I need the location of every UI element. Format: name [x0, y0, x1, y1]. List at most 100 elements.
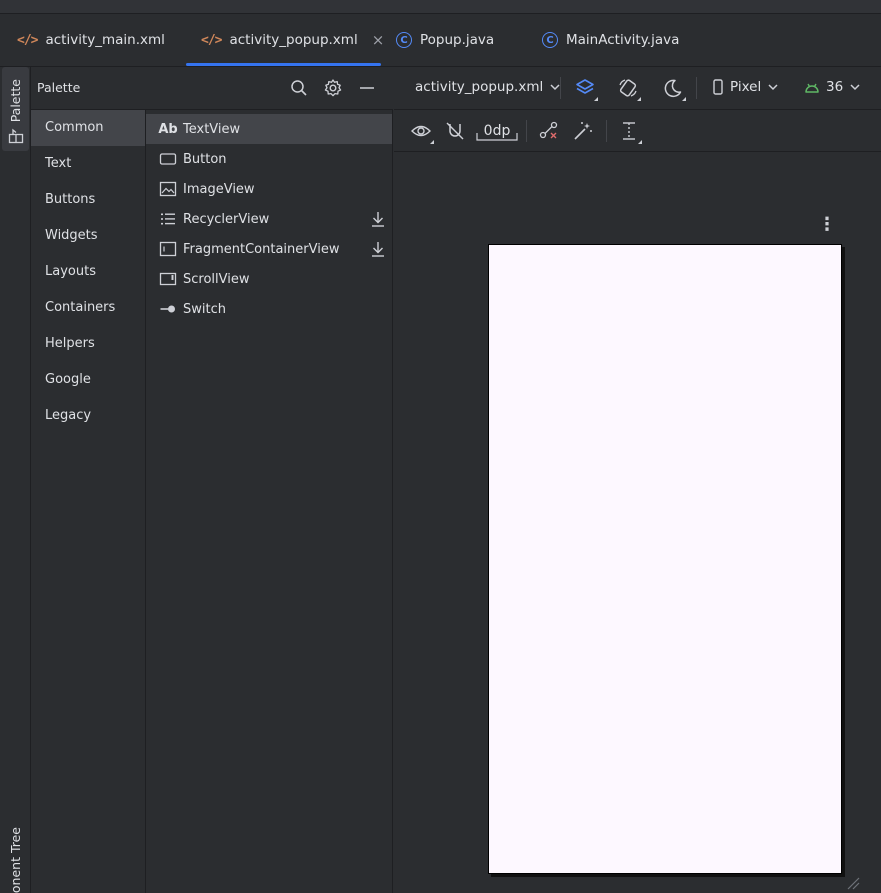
- dropdown-corner: [637, 97, 641, 101]
- android-icon: [805, 83, 819, 93]
- file-selector-dropdown[interactable]: activity_popup.xml: [415, 79, 561, 95]
- tab-activity-popup[interactable]: </> activity_popup.xml ×: [186, 14, 384, 66]
- eye-icon: [411, 125, 431, 137]
- clear-constraints-icon: [539, 121, 558, 139]
- magnet-off-icon: [446, 122, 464, 140]
- palette-title: Palette: [37, 80, 81, 95]
- palette-tool-label: Palette: [8, 79, 23, 123]
- tool-window-strip: Palette onent Tree: [0, 67, 31, 893]
- download-icon[interactable]: [370, 210, 386, 228]
- tab-popup-java[interactable]: C Popup.java: [396, 14, 494, 66]
- dropdown-corner: [594, 97, 598, 101]
- tab-activity-main[interactable]: </> activity_main.xml: [17, 14, 165, 66]
- autoconnect-toggle[interactable]: [444, 120, 466, 142]
- design-blueprint-toggle[interactable]: [574, 77, 598, 101]
- category-google[interactable]: Google: [31, 362, 145, 398]
- toolbar-divider: [526, 120, 527, 142]
- infer-constraints-button[interactable]: [572, 120, 594, 142]
- phone-icon: [713, 79, 723, 95]
- editor-tab-bar: </> activity_main.xml </> activity_popup…: [0, 14, 881, 67]
- design-canvas[interactable]: ⋮: [394, 152, 881, 893]
- gear-icon[interactable]: [323, 78, 343, 98]
- button-icon: [159, 150, 177, 168]
- category-helpers[interactable]: Helpers: [31, 326, 145, 362]
- clear-constraints-button[interactable]: [538, 120, 560, 142]
- margin-bracket-icon: [476, 133, 518, 141]
- device-selector-dropdown[interactable]: Pixel: [712, 79, 779, 95]
- window-title-strip: [0, 0, 881, 14]
- widget-label: RecyclerView: [183, 211, 270, 227]
- magic-wand-icon: [574, 122, 592, 140]
- palette-header: Palette: [31, 67, 393, 110]
- category-layouts[interactable]: Layouts: [31, 254, 145, 290]
- palette-icon: [8, 128, 24, 144]
- palette-category-list: Common Text Buttons Widgets Layouts Cont…: [31, 110, 146, 893]
- java-class-icon: C: [542, 32, 558, 48]
- download-icon[interactable]: [370, 240, 386, 258]
- dropdown-corner: [638, 140, 642, 144]
- api-level-dropdown[interactable]: 36: [804, 79, 861, 95]
- widget-button[interactable]: Button: [146, 144, 392, 174]
- api-level-label: 36: [826, 79, 844, 95]
- widget-scrollview[interactable]: ScrollView: [146, 264, 392, 294]
- widget-textview[interactable]: Ab TextView: [146, 114, 392, 144]
- orientation-toggle[interactable]: [617, 77, 641, 101]
- component-tree-tool-label[interactable]: onent Tree: [8, 827, 23, 893]
- search-icon[interactable]: [289, 78, 309, 98]
- more-options-icon[interactable]: ⋮: [818, 214, 836, 235]
- tab-label: activity_popup.xml: [229, 32, 358, 48]
- xml-file-icon: </>: [201, 32, 223, 48]
- widget-recyclerview[interactable]: RecyclerView: [146, 204, 392, 234]
- view-options-button[interactable]: [410, 120, 434, 144]
- dropdown-corner: [430, 140, 434, 144]
- palette-widget-list: Ab TextView Button ImageView RecyclerVie…: [146, 110, 393, 893]
- widget-label: FragmentContainerView: [183, 241, 340, 257]
- category-buttons[interactable]: Buttons: [31, 182, 145, 218]
- tab-label: Popup.java: [420, 32, 495, 48]
- moon-icon: [664, 79, 682, 98]
- default-margin-field[interactable]: 0dp: [476, 121, 518, 141]
- chevron-down-icon: [768, 84, 778, 91]
- dropdown-corner: [682, 97, 686, 101]
- category-legacy[interactable]: Legacy: [31, 398, 145, 434]
- minimize-icon[interactable]: [357, 78, 377, 98]
- java-class-icon: C: [396, 32, 412, 48]
- rotate-screen-icon: [619, 79, 637, 97]
- tab-main-activity-java[interactable]: C MainActivity.java: [542, 14, 679, 66]
- device-label: Pixel: [730, 79, 762, 95]
- chevron-down-icon: [850, 84, 860, 91]
- close-tab-icon[interactable]: ×: [372, 31, 385, 49]
- guidelines-button[interactable]: [618, 120, 642, 144]
- recyclerview-icon: [159, 210, 177, 228]
- imageview-icon: [159, 180, 177, 198]
- category-containers[interactable]: Containers: [31, 290, 145, 326]
- resize-handle-icon[interactable]: [846, 876, 860, 890]
- widget-fragmentcontainerview[interactable]: FragmentContainerView: [146, 234, 392, 264]
- toolbar-divider: [696, 77, 697, 99]
- category-widgets[interactable]: Widgets: [31, 218, 145, 254]
- tab-label: activity_main.xml: [45, 32, 165, 48]
- guidelines-icon: [623, 122, 635, 140]
- widget-label: TextView: [183, 121, 241, 137]
- textview-icon: Ab: [158, 121, 178, 137]
- widget-label: Switch: [183, 301, 226, 317]
- layers-icon: [576, 79, 594, 94]
- xml-file-icon: </>: [17, 32, 39, 48]
- tab-label: MainActivity.java: [566, 32, 680, 48]
- toolbar-divider: [560, 77, 561, 99]
- switch-icon: [159, 300, 177, 318]
- widget-imageview[interactable]: ImageView: [146, 174, 392, 204]
- category-text[interactable]: Text: [31, 146, 145, 182]
- widget-label: Button: [183, 151, 227, 167]
- widget-switch[interactable]: Switch: [146, 294, 392, 324]
- palette-tool-button[interactable]: Palette: [2, 67, 29, 151]
- category-common[interactable]: Common: [31, 110, 145, 146]
- widget-label: ImageView: [183, 181, 255, 197]
- fragment-container-icon: [159, 240, 177, 258]
- design-toolbar-top: activity_popup.xml Pixel 36: [394, 67, 881, 110]
- scrollview-icon: [159, 270, 177, 288]
- device-screen-preview[interactable]: [488, 244, 842, 874]
- widget-label: ScrollView: [183, 271, 250, 287]
- design-toolbar-bottom: 0dp: [394, 110, 881, 152]
- night-mode-toggle[interactable]: [662, 77, 686, 101]
